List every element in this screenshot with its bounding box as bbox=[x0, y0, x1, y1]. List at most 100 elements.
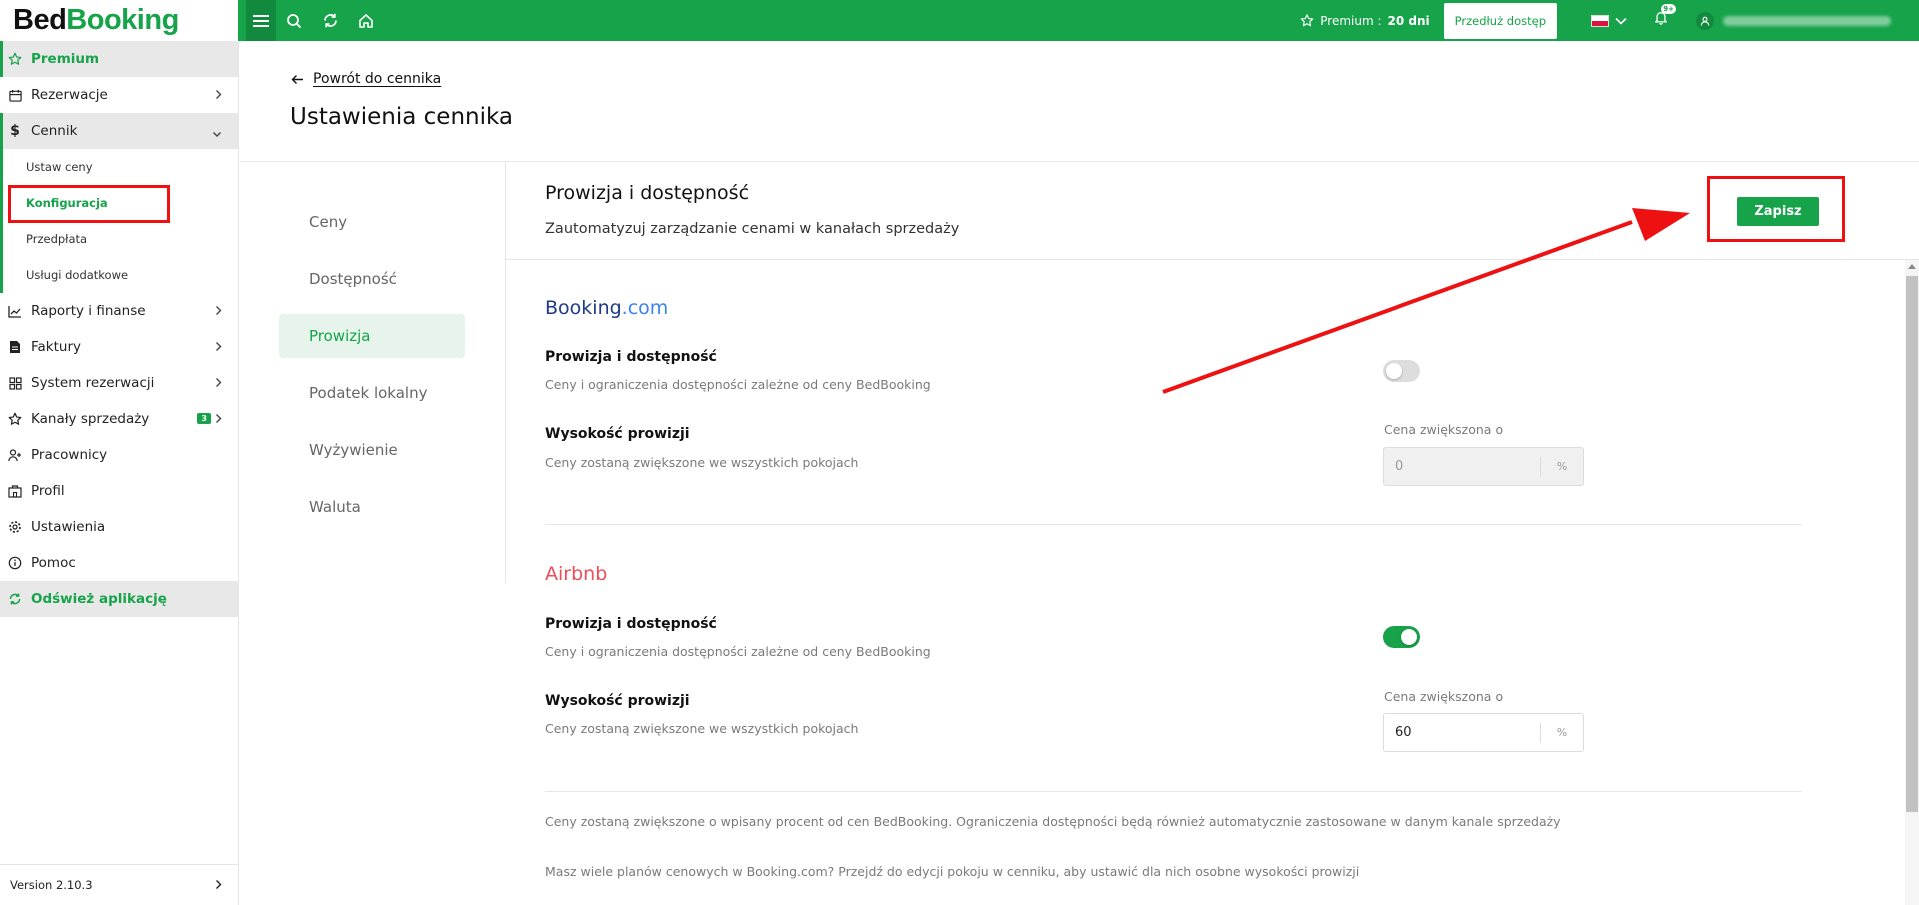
scrollbar-thumb[interactable] bbox=[1906, 276, 1918, 812]
panel-title: Prowizja i dostępność bbox=[545, 182, 750, 204]
language-selector[interactable] bbox=[1591, 14, 1628, 28]
chevron-right-icon bbox=[215, 376, 222, 392]
top-bar-right: Premium : 20 dni Przedłuż dostęp 9+ bbox=[1300, 0, 1919, 41]
annotation-box-save bbox=[1707, 176, 1845, 242]
search-icon[interactable] bbox=[276, 0, 312, 41]
toggle-knob bbox=[1401, 629, 1417, 645]
poland-flag-icon bbox=[1591, 14, 1609, 27]
sidebar-item-ustawienia[interactable]: Ustawienia bbox=[0, 509, 238, 545]
menu-icon[interactable] bbox=[246, 0, 276, 41]
gear-icon bbox=[8, 520, 22, 534]
sidebar-item-faktury[interactable]: Faktury bbox=[0, 329, 238, 365]
booking-toggle-title: Prowizja i dostępność bbox=[545, 349, 717, 365]
tab-waluta[interactable]: Waluta bbox=[279, 485, 465, 529]
airbnb-field-label: Cena zwiększona o bbox=[1384, 689, 1504, 704]
chevron-right-icon bbox=[215, 304, 222, 320]
user-plus-icon bbox=[8, 448, 22, 462]
booking-commission-title: Wysokość prowizji bbox=[545, 426, 690, 442]
scroll-up-arrow-icon[interactable] bbox=[1908, 264, 1916, 269]
chevron-right-icon bbox=[215, 340, 222, 356]
sidebar-item-label: Pomoc bbox=[31, 555, 76, 571]
toggle-knob bbox=[1386, 363, 1402, 379]
sidebar-subitem-uslugi[interactable]: Usługi dodatkowe bbox=[0, 257, 238, 293]
sidebar-subitem-ustaw-ceny[interactable]: Ustaw ceny bbox=[0, 149, 238, 185]
top-bar: Bed Booking Premium : 20 dni Przedłuż dos… bbox=[0, 0, 1919, 41]
user-menu[interactable] bbox=[1696, 11, 1891, 30]
tab-ceny[interactable]: Ceny bbox=[279, 200, 465, 244]
sidebar: Premium Rezerwacje $ Cennik Ustaw ceny K… bbox=[0, 41, 239, 905]
sidebar-item-label: Kanały sprzedaży bbox=[31, 411, 150, 427]
chevron-right-icon bbox=[215, 412, 222, 428]
panel-subtitle: Zautomatyzuj zarządzanie cenami w kanała… bbox=[545, 221, 960, 237]
grid-icon bbox=[8, 376, 22, 390]
percent-unit: % bbox=[1540, 722, 1583, 743]
sidebar-item-label: Profil bbox=[31, 483, 65, 499]
user-name-blurred bbox=[1723, 15, 1891, 26]
info-icon bbox=[8, 556, 22, 570]
sidebar-item-cennik[interactable]: $ Cennik bbox=[0, 113, 238, 149]
sidebar-item-label: Premium bbox=[31, 51, 100, 67]
booking-name: Booking bbox=[545, 297, 622, 319]
premium-status: Premium : 20 dni bbox=[1300, 13, 1430, 28]
booking-commission-toggle[interactable] bbox=[1383, 360, 1420, 382]
arrow-left-icon bbox=[290, 72, 304, 86]
logo-text-bed: Bed bbox=[13, 4, 67, 36]
dollar-icon: $ bbox=[10, 123, 20, 139]
version-info[interactable]: Version 2.10.3 bbox=[0, 864, 238, 905]
sidebar-item-pomoc[interactable]: Pomoc bbox=[0, 545, 238, 581]
panel-divider bbox=[506, 259, 1919, 260]
sidebar-item-label: Pracownicy bbox=[31, 447, 108, 463]
chevron-down-icon bbox=[1614, 14, 1628, 28]
sidebar-item-rezerwacje[interactable]: Rezerwacje bbox=[0, 77, 238, 113]
sidebar-item-refresh-app[interactable]: Odśwież aplikację bbox=[0, 581, 238, 617]
settings-tabs: Ceny Dostępność Prowizja Podatek lokalny… bbox=[279, 200, 465, 542]
tab-wyzywienie[interactable]: Wyżywienie bbox=[279, 428, 465, 472]
refresh-icon bbox=[8, 592, 22, 606]
sidebar-item-label: Cennik bbox=[31, 123, 78, 139]
sidebar-item-label: System rezerwacji bbox=[31, 375, 155, 391]
booking-com-logo: Booking.com bbox=[545, 297, 668, 319]
percent-unit: % bbox=[1540, 456, 1583, 477]
sidebar-item-label: Faktury bbox=[31, 339, 82, 355]
back-to-pricelist-link[interactable]: Powrót do cennika bbox=[290, 71, 441, 87]
airbnb-commission-field[interactable]: % bbox=[1383, 713, 1584, 752]
user-icon bbox=[1696, 11, 1714, 30]
sidebar-item-raporty[interactable]: Raporty i finanse bbox=[0, 293, 238, 329]
notifications-button[interactable]: 9+ bbox=[1654, 3, 1676, 31]
logo-text-booking: Booking bbox=[66, 4, 179, 36]
sidebar-item-label: Rezerwacje bbox=[31, 87, 108, 103]
tab-prowizja[interactable]: Prowizja bbox=[279, 314, 465, 358]
star-icon bbox=[8, 412, 22, 426]
booking-toggle-description: Ceny i ograniczenia dostępności zależne … bbox=[545, 377, 931, 392]
info-note-pricing: Ceny zostaną zwiększone o wpisany procen… bbox=[545, 814, 1561, 829]
tab-dostepnosc[interactable]: Dostępność bbox=[279, 257, 465, 301]
chevron-right-icon bbox=[215, 879, 222, 893]
calendar-icon bbox=[8, 88, 22, 102]
sidebar-item-label: Odśwież aplikację bbox=[31, 591, 167, 607]
premium-label: Premium : bbox=[1320, 13, 1382, 28]
airbnb-commission-title: Wysokość prowizji bbox=[545, 693, 690, 709]
tab-podatek-lokalny[interactable]: Podatek lokalny bbox=[279, 371, 465, 415]
sidebar-item-system[interactable]: System rezerwacji bbox=[0, 365, 238, 401]
chevron-right-icon bbox=[215, 88, 222, 104]
section-divider bbox=[545, 791, 1802, 792]
booking-commission-field: % bbox=[1383, 447, 1584, 486]
page-title: Ustawienia cennika bbox=[290, 104, 514, 130]
sidebar-item-premium[interactable]: Premium bbox=[0, 41, 238, 77]
building-icon bbox=[8, 484, 22, 498]
sidebar-subitem-przedplata[interactable]: Przedpłata bbox=[0, 221, 238, 257]
extend-access-button[interactable]: Przedłuż dostęp bbox=[1443, 2, 1557, 39]
sidebar-item-profil[interactable]: Profil bbox=[0, 473, 238, 509]
sync-icon[interactable] bbox=[312, 0, 348, 41]
tabs-divider bbox=[505, 162, 506, 583]
channels-count-badge: 3 bbox=[197, 413, 211, 424]
home-icon[interactable] bbox=[348, 0, 384, 41]
sidebar-item-label: Raporty i finanse bbox=[31, 303, 146, 319]
sidebar-item-kanaly[interactable]: Kanały sprzedaży 3 bbox=[0, 401, 238, 437]
app-logo[interactable]: Bed Booking bbox=[0, 0, 238, 41]
airbnb-commission-input[interactable] bbox=[1384, 725, 1540, 740]
sidebar-item-pracownicy[interactable]: Pracownicy bbox=[0, 437, 238, 473]
airbnb-commission-toggle[interactable] bbox=[1383, 626, 1420, 648]
back-link-label: Powrót do cennika bbox=[313, 71, 442, 87]
premium-days: 20 dni bbox=[1387, 13, 1430, 28]
